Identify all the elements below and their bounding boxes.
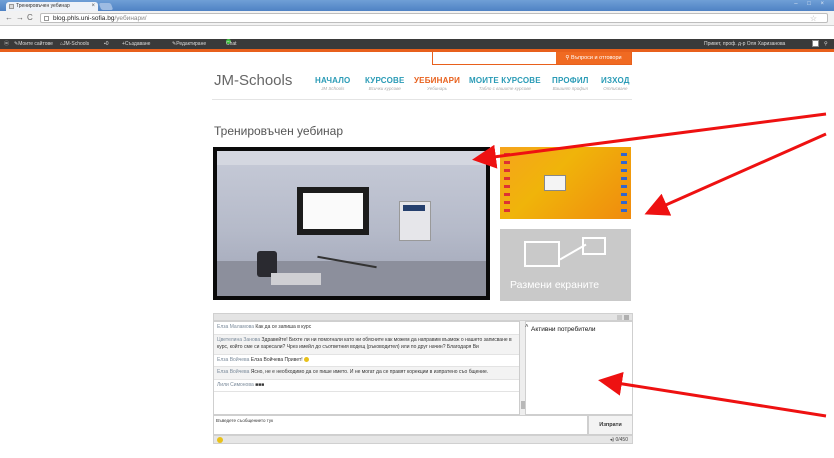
wordpress-icon[interactable]: ⓦ xyxy=(4,39,9,49)
wp-admin-bar: ⓦ ✎ Моите сайтове ⌂ JM-Schools ▪ 0 + Съз… xyxy=(0,39,834,49)
window-controls[interactable]: – □ × xyxy=(794,1,828,7)
header-divider xyxy=(212,99,632,100)
menu-item-webinars[interactable]: УЕБИНАРИ Уебинарь xyxy=(414,76,460,91)
swap-screens-icon xyxy=(524,241,560,267)
browser-tab[interactable]: Тренировъчен уебинар × xyxy=(6,2,98,11)
site-search[interactable]: ⚲ Въпроси и отговори xyxy=(432,52,632,65)
chat-message: Лили Симонова ■■■ xyxy=(214,380,520,392)
browser-tab-strip: Тренировъчен уебинар × – □ × xyxy=(0,0,834,11)
admin-search-icon[interactable]: ⚲ xyxy=(824,39,828,49)
admin-site-name[interactable]: ⌂ JM-Schools xyxy=(60,39,89,49)
chat-status-bar: ◂) 0/450 xyxy=(213,435,633,444)
admin-my-sites[interactable]: ✎ Моите сайтове xyxy=(14,39,53,49)
arrow-to-chat xyxy=(598,371,827,418)
url-path: /уебинари/ xyxy=(114,15,147,22)
caret-up-icon[interactable]: ˄ xyxy=(525,324,529,330)
chat-input-placeholder: Въведете съобщението тук xyxy=(216,418,274,423)
chat-message: Цветелина Занова Здравейте! Бихте ли ни … xyxy=(214,334,520,355)
swap-screens-label: Размени екраните xyxy=(510,279,600,291)
page-info-icon xyxy=(44,16,49,21)
page-icon xyxy=(9,4,14,9)
address-bar-row: ← → C blog.phls.uni-sofia.bg/уебинари/ ☆ xyxy=(0,11,834,26)
arrow-to-screen xyxy=(644,132,827,216)
avatar[interactable] xyxy=(812,40,819,47)
close-tab-icon[interactable]: × xyxy=(91,2,95,11)
new-tab-button[interactable] xyxy=(98,3,114,10)
bookmark-star-icon[interactable]: ☆ xyxy=(810,14,817,24)
desktop-window-image xyxy=(544,175,566,191)
tab-title: Тренировъчен уебинар xyxy=(16,3,70,9)
send-button[interactable]: Изпрати xyxy=(588,415,633,435)
classroom-image xyxy=(217,151,486,296)
url-input[interactable]: blog.phls.uni-sofia.bg/уебинари/ ☆ xyxy=(40,13,828,23)
reload-icon[interactable]: C xyxy=(27,13,33,23)
menu-item-logout[interactable]: ИЗХОД Отписване xyxy=(601,76,630,91)
chat-message: Елза Маламова Как да се запиша в курс xyxy=(214,322,520,335)
admin-comments[interactable]: ▪ 0 xyxy=(104,39,109,49)
minimize-icon[interactable] xyxy=(617,315,622,320)
char-counter: ◂) 0/450 xyxy=(609,437,628,443)
chat-message: Елза Войчева Ясно, не е необходимо да се… xyxy=(214,367,520,380)
menu-item-my-courses[interactable]: МОИТЕ КУРСОВЕ Табло с вашите курсове xyxy=(469,76,541,91)
chat-message-input[interactable]: Въведете съобщението тук xyxy=(213,415,588,435)
back-arrow-icon[interactable]: ← xyxy=(5,13,13,23)
settings-icon[interactable] xyxy=(624,315,629,320)
menu-item-courses[interactable]: КУРСОВЕ Всички курсове xyxy=(365,76,405,91)
active-users-heading: Активни потребители xyxy=(531,326,596,333)
chat-message: Елза Войчева Елза Войчева Привет! xyxy=(214,355,520,367)
swap-screens-button[interactable]: Размени екраните xyxy=(500,229,631,301)
admin-new[interactable]: + Създаване xyxy=(122,39,150,49)
chat-messages[interactable]: Елза Маламова Как да се запиша в курс Цв… xyxy=(213,321,521,415)
faq-search-button[interactable]: ⚲ Въпроси и отговори xyxy=(556,52,631,64)
webcam-video[interactable] xyxy=(213,147,490,300)
menu-item-home[interactable]: НАЧАЛО JM Schools xyxy=(315,76,350,91)
menu-item-profile[interactable]: ПРОФИЛ Вашият профил xyxy=(552,76,589,91)
chat-toolbar xyxy=(213,313,633,321)
shared-screen-thumbnail[interactable] xyxy=(500,147,631,219)
forward-arrow-icon[interactable]: → xyxy=(16,13,24,23)
admin-edit[interactable]: ✎ Редактиране xyxy=(172,39,206,49)
header-accent-line xyxy=(0,49,834,52)
smiley-icon xyxy=(304,356,310,362)
site-logo[interactable]: JM-Schools xyxy=(214,72,292,89)
active-users-panel: ˄ Активни потребители xyxy=(525,321,633,415)
page-title: Тренировъчен уебинар xyxy=(214,124,343,138)
url-domain: blog.phls.uni-sofia.bg xyxy=(53,15,115,22)
admin-greeting[interactable]: Привет, проф. д-р Оля Харизанова xyxy=(704,39,785,49)
emoji-icon[interactable] xyxy=(217,437,223,443)
